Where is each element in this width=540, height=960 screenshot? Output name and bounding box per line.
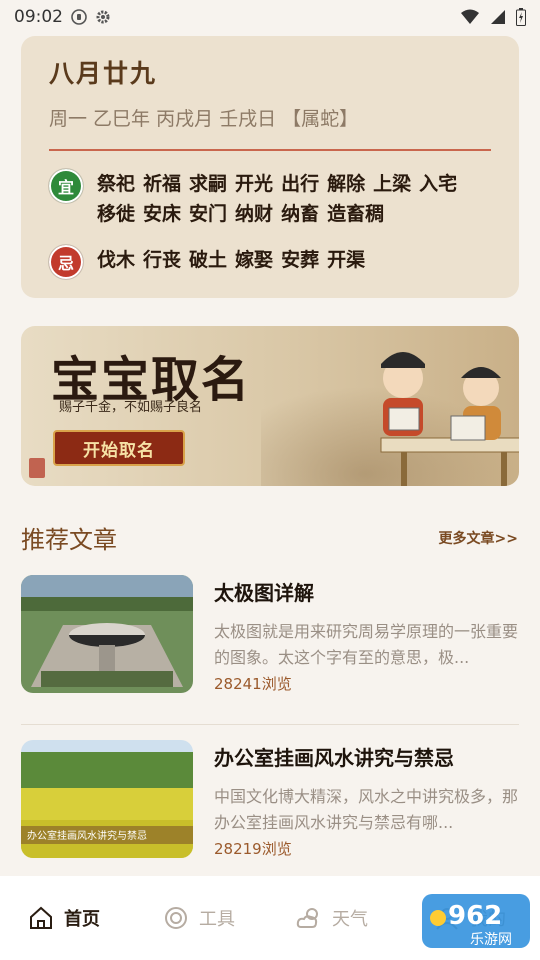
status-time: 09:02: [14, 7, 63, 27]
lunar-date: 八月廿九: [49, 59, 158, 88]
article-thumbnail: 办公室挂画风水讲究与禁忌: [21, 740, 193, 858]
gear-icon: [96, 10, 110, 24]
article-views: 28219浏览: [214, 840, 292, 858]
seal-decoration: [29, 458, 45, 478]
yi-item: 祈福: [143, 173, 182, 195]
yi-item: 纳畜: [281, 203, 320, 225]
ji-item: 安葬: [281, 249, 320, 271]
yi-item: 求嗣: [189, 173, 228, 195]
article-thumbnail: [21, 575, 193, 693]
ji-item: 开渠: [327, 249, 366, 271]
battery-icon: [516, 8, 526, 26]
ji-items: 伐木 行丧 破土 嫁娶 安葬 开渠: [97, 245, 491, 275]
yi-items: 祭祀 祈福 求嗣 开光 出行 解除 上梁 入宅移徙 安床 安门 纳财 纳畜 造畜稠: [97, 169, 491, 229]
shield-icon: [71, 9, 87, 25]
yi-item: 纳财: [235, 203, 274, 225]
yi-row: 宜 祭祀 祈福 求嗣 开光 出行 解除 上梁 入宅移徙 安床 安门 纳财 纳畜 造畜稠: [49, 169, 491, 229]
start-naming-button[interactable]: 开始取名: [53, 430, 185, 466]
ji-row: 忌 伐木 行丧 破土 嫁娶 安葬 开渠: [49, 245, 491, 279]
nav-weather[interactable]: 天气: [296, 905, 368, 931]
yi-badge: 宜: [49, 169, 83, 203]
divider: [21, 724, 519, 725]
watermark-number: 962: [448, 901, 502, 931]
tools-icon: [165, 907, 187, 929]
almanac-card[interactable]: 八月廿九 周一 乙巳年 丙戌月 壬戌日 【属蛇】 宜 祭祀 祈福 求嗣 开光 出行 解除上…: [21, 36, 519, 298]
yi-item: 上梁: [373, 173, 412, 195]
wifi-icon: [461, 9, 479, 24]
ganzhi-text: 周一 乙巳年 丙戌月 壬戌日 【属蛇】: [49, 108, 359, 130]
ji-item: 嫁娶: [235, 249, 274, 271]
yi-item: 安门: [189, 203, 228, 225]
yi-item: 安床: [143, 203, 182, 225]
banner-subtitle: 赐子千金，不如赐子良名: [59, 400, 203, 415]
yi-item: 开光: [235, 173, 274, 195]
article-title: 太极图详解: [214, 581, 314, 605]
article-card[interactable]: 办公室挂画风水讲究与禁忌 办公室挂画风水讲究与禁忌 中国文化博大精深，风水之中讲…: [21, 740, 519, 858]
article-title: 办公室挂画风水讲究与禁忌: [214, 746, 454, 770]
yi-item: 解除: [327, 173, 366, 195]
nav-weather-label: 天气: [332, 909, 368, 930]
ji-item: 行丧: [143, 249, 182, 271]
signal-icon: [491, 10, 505, 24]
divider: [49, 149, 491, 151]
thumbnail-caption: 办公室挂画风水讲究与禁忌: [27, 829, 147, 842]
baby-naming-banner[interactable]: 宝宝取名 赐子千金，不如赐子良名 开始取名: [21, 326, 519, 486]
article-views: 28241浏览: [214, 675, 292, 693]
more-articles-link[interactable]: 更多文章>>: [439, 528, 518, 548]
section-title: 推荐文章: [21, 526, 117, 554]
article-description: 太极图就是用来研究周易学原理的一张重要的图象。太这个字有至的意思，极...: [214, 622, 519, 667]
watermark-text: 乐游网: [470, 932, 512, 948]
nav-tools-label: 工具: [199, 909, 235, 930]
site-watermark-logo: 962 乐游网: [422, 894, 530, 948]
ji-item: 伐木: [97, 249, 136, 271]
nav-tools[interactable]: 工具: [163, 905, 235, 931]
yi-item: 出行: [281, 173, 320, 195]
yi-item: 祭祀: [97, 173, 136, 195]
nav-home-label: 首页: [64, 909, 100, 930]
yi-item: 造畜稠: [327, 203, 385, 225]
ji-badge: 忌: [49, 245, 83, 279]
ji-item: 破土: [189, 249, 228, 271]
yi-item: 移徙: [97, 203, 136, 225]
status-bar: 09:02: [0, 0, 540, 34]
yi-item: 入宅: [419, 173, 458, 195]
children-reading-illustration: [380, 352, 519, 486]
nav-home[interactable]: 首页: [28, 905, 100, 931]
article-description: 中国文化博大精深，风水之中讲究极多，那办公室挂画风水讲究与禁忌有哪...: [214, 787, 519, 832]
weather-icon: [296, 908, 318, 928]
home-icon: [30, 906, 52, 929]
article-card[interactable]: 太极图详解 太极图就是用来研究周易学原理的一张重要的图象。太这个字有至的意思，极…: [21, 575, 519, 693]
